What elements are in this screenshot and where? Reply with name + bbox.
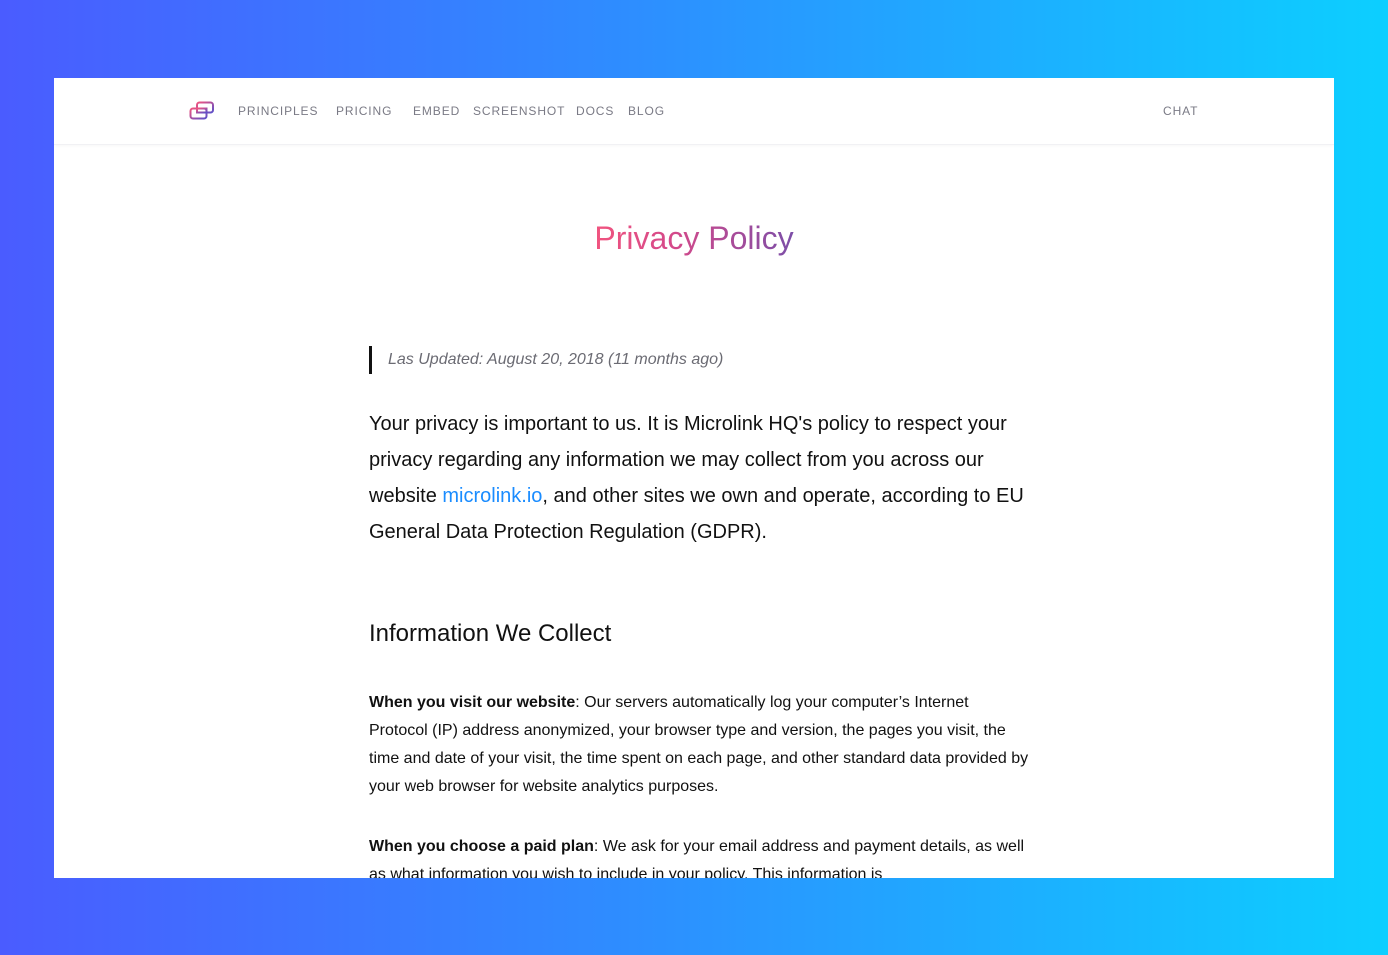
nav-link-docs[interactable]: DOCS xyxy=(576,104,614,118)
nav-link-embed[interactable]: EMBED xyxy=(413,104,460,118)
section-heading-information-we-collect: Information We Collect xyxy=(369,620,612,647)
paragraph-paid-plan: When you choose a paid plan: We ask for … xyxy=(369,833,1029,878)
nav-link-pricing[interactable]: PRICING xyxy=(336,104,392,118)
browser-window: PRINCIPLES PRICING EMBED SCREENSHOT DOCS… xyxy=(54,78,1334,878)
page-title: Privacy Policy xyxy=(54,218,1334,258)
microlink-site-link[interactable]: microlink.io xyxy=(442,485,542,507)
paragraph-visit-website-lead: When you visit our website xyxy=(369,694,576,711)
last-updated-note: Las Updated: August 20, 2018 (11 months … xyxy=(369,346,723,374)
nav-link-chat[interactable]: CHAT xyxy=(1163,104,1198,118)
nav-link-principles[interactable]: PRINCIPLES xyxy=(238,104,318,118)
nav-link-blog[interactable]: BLOG xyxy=(628,104,665,118)
intro-paragraph: Your privacy is important to us. It is M… xyxy=(369,406,1029,550)
paragraph-paid-plan-lead: When you choose a paid plan xyxy=(369,838,594,855)
paragraph-visit-website: When you visit our website: Our servers … xyxy=(369,689,1029,801)
page-title-text: Privacy Policy xyxy=(594,220,794,256)
top-navbar: PRINCIPLES PRICING EMBED SCREENSHOT DOCS… xyxy=(54,78,1334,145)
nav-link-screenshot[interactable]: SCREENSHOT xyxy=(473,104,565,118)
microlink-logo-icon[interactable] xyxy=(189,101,215,121)
